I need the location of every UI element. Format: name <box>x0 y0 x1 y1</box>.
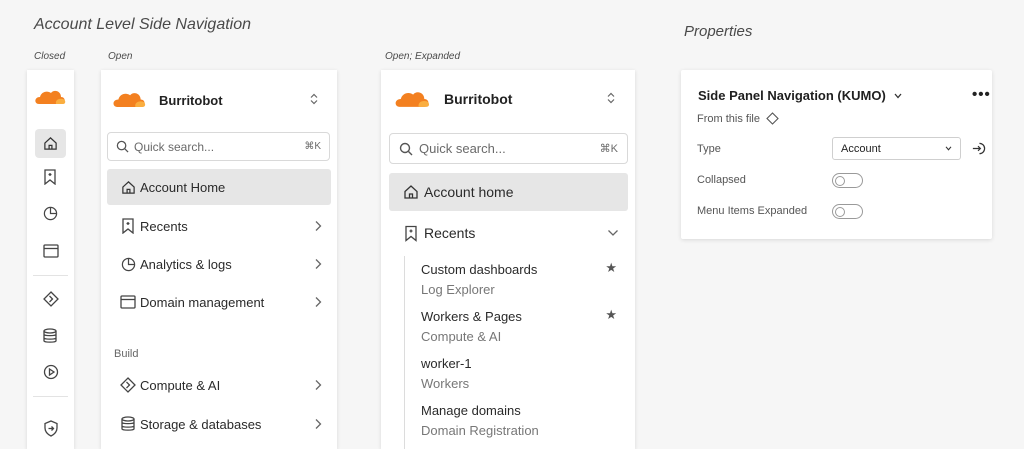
type-select[interactable]: Account <box>832 137 961 160</box>
nav-item-label: Compute & AI <box>140 377 221 393</box>
nav-item-domain-management[interactable]: Domain management <box>107 284 331 320</box>
bookmark-icon <box>116 218 140 234</box>
collapsed-label: Collapsed <box>697 174 746 186</box>
domain-icon[interactable] <box>43 244 59 258</box>
chevron-right-icon <box>314 258 322 270</box>
nav-item-analytics[interactable]: Analytics & logs <box>107 246 331 282</box>
bookmark-icon <box>398 225 424 242</box>
star-icon[interactable]: ★ <box>605 307 617 323</box>
search-placeholder: Quick search... <box>134 139 215 154</box>
open-expanded-heading: Open; Expanded <box>385 51 461 62</box>
closed-side-nav <box>27 70 74 449</box>
recent-item-subtitle: Compute & AI <box>421 329 502 344</box>
home-icon[interactable] <box>35 129 66 158</box>
analytics-icon <box>116 257 140 272</box>
storage-icon[interactable] <box>43 328 57 344</box>
nav-item-account-home[interactable]: Account home <box>389 173 628 211</box>
recent-item-subtitle: Workers <box>421 376 470 391</box>
compute-icon[interactable] <box>43 291 59 307</box>
type-select-value: Account <box>841 142 881 155</box>
open-side-nav: Burritobot Quick search... ⌘K Account Ho… <box>101 70 337 449</box>
account-switcher-icon[interactable] <box>309 93 319 105</box>
account-switcher-icon[interactable] <box>606 92 616 104</box>
properties-panel: Side Panel Navigation (KUMO) ••• From th… <box>681 70 992 239</box>
source-row: From this file <box>697 112 779 125</box>
logo-icon[interactable] <box>33 88 67 105</box>
chevron-right-icon <box>314 296 322 308</box>
closed-divider-2 <box>33 396 68 397</box>
search-icon <box>116 140 129 153</box>
recent-item-title: Manage domains <box>421 403 521 418</box>
recent-item-subtitle: Log Explorer <box>421 282 495 297</box>
account-name[interactable]: Burritobot <box>444 91 512 107</box>
nav-item-label: Account Home <box>140 179 226 195</box>
account-name[interactable]: Burritobot <box>159 93 223 108</box>
chevron-down-icon <box>607 229 619 237</box>
recent-item-title: worker-1 <box>421 356 472 371</box>
chevron-right-icon <box>314 220 322 232</box>
component-diamond-icon[interactable] <box>766 112 779 125</box>
type-label: Type <box>697 143 721 155</box>
star-icon[interactable]: ★ <box>605 260 617 276</box>
main-heading: Account Level Side Navigation <box>34 16 252 33</box>
component-name[interactable]: Side Panel Navigation (KUMO) <box>698 88 902 103</box>
chevron-down-icon <box>945 146 952 151</box>
search-shortcut: ⌘K <box>599 143 618 155</box>
nav-item-label: Analytics & logs <box>140 256 232 272</box>
recent-item[interactable]: Manage domains Domain Registration <box>421 403 621 438</box>
compute-icon <box>116 377 140 393</box>
nav-item-label: Storage & databases <box>140 416 262 432</box>
nav-item-recents[interactable]: Recents <box>389 214 628 252</box>
domain-icon <box>116 295 140 309</box>
media-icon[interactable] <box>43 364 59 380</box>
source-label: From this file <box>697 112 760 125</box>
search-shortcut: ⌘K <box>304 141 321 152</box>
nav-item-label: Recents <box>140 218 188 234</box>
section-label-build: Build <box>114 348 139 360</box>
chevron-right-icon <box>314 379 322 391</box>
more-options-icon[interactable]: ••• <box>972 86 991 103</box>
recent-item-title: Workers & Pages <box>421 309 522 324</box>
properties-heading: Properties <box>684 23 753 40</box>
nav-item-storage-databases[interactable]: Storage & databases <box>107 406 331 442</box>
expanded-side-nav: Burritobot Quick search... ⌘K Account ho… <box>381 70 635 449</box>
open-heading: Open <box>108 51 133 62</box>
analytics-icon[interactable] <box>43 206 58 221</box>
instance-swap-icon[interactable] <box>971 141 986 156</box>
nav-item-account-home[interactable]: Account Home <box>107 169 331 205</box>
nav-item-compute-ai[interactable]: Compute & AI <box>107 367 331 403</box>
component-name-label: Side Panel Navigation (KUMO) <box>698 88 886 103</box>
logo-icon[interactable] <box>110 90 148 108</box>
chevron-right-icon <box>314 418 322 430</box>
search-placeholder: Quick search... <box>419 141 506 156</box>
recent-item-subtitle: Domain Registration <box>421 423 539 438</box>
security-icon[interactable] <box>43 420 59 437</box>
recents-tree-line <box>404 256 405 449</box>
chevron-down-icon <box>894 93 902 99</box>
recent-item[interactable]: Custom dashboards Log Explorer ★ <box>421 260 621 297</box>
recent-item-title: Custom dashboards <box>421 262 538 277</box>
bookmark-icon[interactable] <box>43 169 57 185</box>
collapsed-toggle[interactable] <box>832 173 863 188</box>
menu-expanded-label: Menu Items Expanded <box>697 205 808 217</box>
home-icon <box>116 180 140 195</box>
nav-item-label: Domain management <box>140 294 265 310</box>
search-input[interactable]: Quick search... ⌘K <box>389 133 628 164</box>
search-icon <box>399 142 413 156</box>
nav-item-label: Recents <box>424 225 476 241</box>
nav-item-label: Account home <box>424 184 514 200</box>
closed-heading: Closed <box>34 51 66 62</box>
search-input[interactable]: Quick search... ⌘K <box>107 132 330 161</box>
home-icon <box>398 184 424 200</box>
menu-expanded-toggle[interactable] <box>832 204 863 219</box>
recent-item[interactable]: worker-1 Workers <box>421 356 621 391</box>
closed-divider <box>33 275 68 276</box>
nav-item-recents[interactable]: Recents <box>107 208 331 244</box>
recent-item[interactable]: Workers & Pages Compute & AI ★ <box>421 307 621 344</box>
logo-icon[interactable] <box>392 89 432 108</box>
storage-icon <box>116 416 140 432</box>
